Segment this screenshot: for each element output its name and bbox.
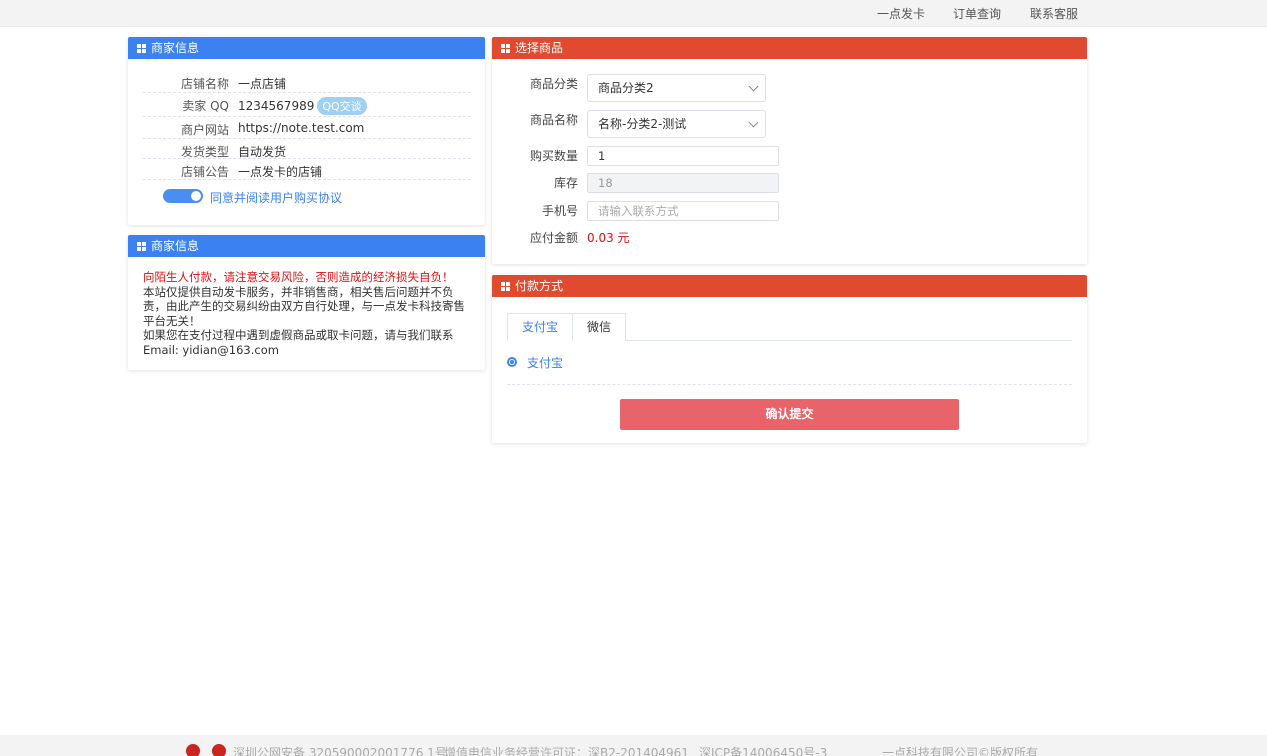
footer-icp[interactable]: 深ICP备14006450号-3	[699, 744, 827, 756]
toggle-knob	[191, 191, 201, 201]
grid-icon	[501, 281, 510, 291]
chevron-down-icon	[748, 81, 759, 92]
stock-field: 18	[587, 173, 779, 193]
notice-value: 一点发卡的店铺	[238, 165, 323, 179]
qq-row: 卖家 QQ 1234567989 QQ交谈	[143, 93, 471, 117]
tab-wechat[interactable]: 微信	[572, 313, 626, 341]
stock-label: 库存	[553, 176, 578, 190]
notice-row: 店铺公告 一点发卡的店铺	[143, 159, 471, 180]
product-name-select[interactable]: 名称-分类2-测试	[587, 110, 766, 138]
alipay-radio[interactable]	[507, 357, 517, 367]
email-line: Email: yidian@163.com	[143, 342, 279, 357]
site-label: 商户网站	[180, 123, 229, 137]
site-row: 商户网站 https://note.test.com	[143, 117, 471, 139]
product-name-select-value: 名称-分类2-测试	[598, 117, 687, 131]
footer-police-record[interactable]: 深圳公网安备 320590002001776 1号	[233, 744, 447, 756]
merchant-notice-title: 商家信息	[151, 239, 200, 253]
payment-header: 付款方式	[492, 275, 1087, 297]
merchant-info-panel: 商家信息 店铺名称 一点店铺 卖家 QQ 1234567989 QQ交谈 商户网站…	[128, 37, 485, 225]
store-name-value: 一点店铺	[238, 77, 287, 91]
amount-label: 应付金额	[529, 231, 578, 245]
amount-value: 0.03 元	[587, 231, 630, 245]
top-nav-bar: 一点发卡 订单查询 联系客服	[0, 0, 1267, 27]
submit-button[interactable]: 确认提交	[620, 399, 959, 430]
merchant-info-title: 商家信息	[151, 41, 200, 55]
quantity-input[interactable]: 1	[587, 146, 779, 166]
merchant-notice-text: 向陌生人付款，请注意交易风险，否则造成的经济损失自负！ 本站仅提供自动发卡服务，…	[143, 270, 473, 357]
alipay-option-label[interactable]: 支付宝	[527, 354, 563, 371]
quantity-label: 购买数量	[529, 149, 578, 163]
nav-contact-link[interactable]: 联系客服	[1030, 5, 1078, 22]
notice-label: 店铺公告	[180, 165, 229, 179]
product-select-header: 选择商品	[492, 37, 1087, 59]
site-value: https://note.test.com	[238, 121, 365, 135]
nav-card-link[interactable]: 一点发卡	[877, 5, 925, 22]
category-select-value: 商品分类2	[598, 81, 654, 95]
emblem-icon	[186, 744, 200, 756]
payment-title: 付款方式	[515, 279, 564, 293]
category-label: 商品分类	[529, 77, 578, 91]
delivery-value: 自动发货	[238, 145, 287, 159]
qq-value: 1234567989	[238, 99, 315, 113]
store-name-label: 店铺名称	[180, 77, 229, 91]
chevron-down-icon	[748, 117, 759, 128]
footer: 深圳公网安备 320590002001776 1号 增值电信业务经营许可证：深B…	[0, 735, 1267, 756]
footer-license[interactable]: 增值电信业务经营许可证：深B2-201404961	[444, 744, 689, 756]
divider	[507, 384, 1072, 385]
disclaimer-line: 本站仅提供自动发卡服务，并非销售商，相关售后问题并不负责，由此产生的交易纠纷由双…	[143, 284, 465, 328]
product-select-title: 选择商品	[515, 41, 564, 55]
police-badge-icon	[212, 744, 226, 756]
payment-panel: 付款方式 支付宝 微信 支付宝 确认提交	[492, 275, 1087, 443]
delivery-row: 发货类型 自动发货	[143, 139, 471, 159]
phone-label: 手机号	[541, 204, 578, 218]
delivery-label: 发货类型	[180, 145, 229, 159]
grid-icon	[501, 43, 510, 53]
contact-line: 如果您在支付过程中遇到虚假商品或取卡问题，请与我们联系	[143, 328, 454, 342]
tab-alipay[interactable]: 支付宝	[507, 313, 573, 342]
agree-toggle[interactable]	[163, 189, 203, 203]
footer-copyright: 一点科技有限公司©版权所有	[882, 746, 1039, 756]
merchant-info-header: 商家信息	[128, 37, 485, 59]
qq-value-wrap: 1234567989 QQ交谈	[238, 97, 367, 115]
nav-order-query-link[interactable]: 订单查询	[953, 5, 1001, 22]
product-select-panel: 选择商品 商品分类 商品分类2 商品名称 名称-分类2-测试 购买数量 1 库存…	[492, 37, 1087, 264]
store-name-row: 店铺名称 一点店铺	[143, 71, 471, 93]
payment-tabs: 支付宝 微信	[507, 313, 1072, 342]
category-select[interactable]: 商品分类2	[587, 74, 766, 102]
merchant-notice-panel: 商家信息 向陌生人付款，请注意交易风险，否则造成的经济损失自负！ 本站仅提供自动…	[128, 235, 485, 370]
agree-agreement-link[interactable]: 同意并阅读用户购买协议	[210, 189, 342, 206]
phone-input[interactable]: 请输入联系方式	[587, 201, 779, 221]
qq-chat-button[interactable]: QQ交谈	[317, 97, 367, 115]
qq-label: 卖家 QQ	[182, 99, 229, 113]
product-name-label: 商品名称	[529, 113, 578, 127]
risk-warning: 向陌生人付款，请注意交易风险，否则造成的经济损失自负！	[143, 270, 454, 284]
grid-icon	[137, 43, 146, 53]
merchant-notice-header: 商家信息	[128, 235, 485, 257]
grid-icon	[137, 241, 146, 251]
